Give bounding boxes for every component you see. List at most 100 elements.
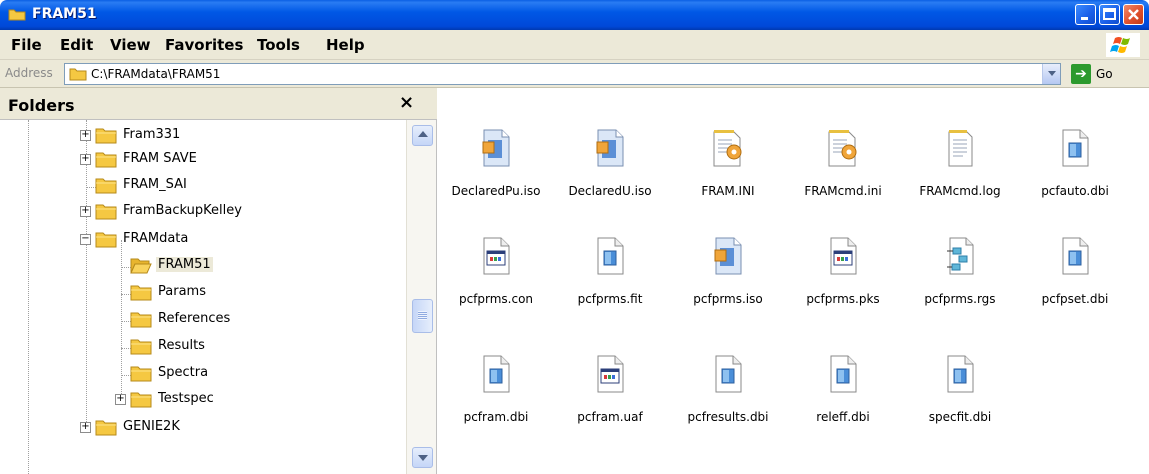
folder-tree-item[interactable]: + FramBackupKelley <box>80 200 406 224</box>
folder-tree-label: FRAMdata <box>123 231 189 246</box>
menu-edit[interactable]: Edit <box>60 36 93 54</box>
file-name: pcfram.uaf <box>577 410 643 424</box>
program-window-file-icon <box>827 236 859 276</box>
ini-settings-icon <box>712 128 744 168</box>
folders-title: Folders <box>8 96 75 115</box>
folder-icon <box>130 283 152 301</box>
folder-tree-item[interactable]: − FRAMdata <box>80 228 406 252</box>
tree-guide-line <box>28 120 29 474</box>
collapse-icon[interactable]: − <box>80 234 91 245</box>
file-name: specfit.dbi <box>928 410 992 424</box>
expand-icon[interactable]: + <box>80 154 91 165</box>
menu-view[interactable]: View <box>110 36 151 54</box>
folder-tree-label: FRAM51 <box>156 257 213 272</box>
folder-tree-label: Spectra <box>158 365 209 380</box>
close-button[interactable] <box>1123 4 1144 25</box>
folder-tree-item[interactable]: References <box>115 308 406 332</box>
address-input[interactable]: C:\FRAMdata\FRAM51 <box>64 63 1061 85</box>
folder-icon <box>95 202 117 220</box>
folder-tree-item[interactable]: + Fram331 <box>80 124 406 148</box>
file-name: pcfprms.fit <box>577 292 643 306</box>
maximize-button[interactable] <box>1099 4 1120 25</box>
generic-file-icon <box>944 354 976 394</box>
folder-icon <box>130 364 152 382</box>
folder-icon <box>95 418 117 436</box>
generic-file-icon <box>594 236 626 276</box>
folder-tree-item[interactable]: + GENIE2K <box>80 416 406 440</box>
file-item[interactable]: pcfprms.pks <box>785 196 901 306</box>
file-item[interactable]: pcfram.uaf <box>552 314 668 424</box>
file-item[interactable]: DeclaredU.iso <box>552 88 668 198</box>
file-name: pcfprms.rgs <box>924 292 996 306</box>
file-item[interactable]: FRAMcmd.log <box>902 88 1018 198</box>
file-name: releff.dbi <box>816 410 870 424</box>
generic-file-icon <box>827 354 859 394</box>
file-item[interactable]: pcfresults.dbi <box>670 314 786 424</box>
generic-file-icon <box>712 354 744 394</box>
file-item[interactable]: pcfauto.dbi <box>1017 88 1133 198</box>
folders-pane: Folders × + Fram331 + FRAM SAVE FRAM_SAI + Fra… <box>0 88 437 474</box>
title-bar[interactable]: FRAM51 <box>0 0 1149 30</box>
scroll-thumb[interactable] <box>412 299 433 333</box>
generic-file-icon <box>1059 236 1091 276</box>
folder-icon <box>95 150 117 168</box>
menu-file[interactable]: File <box>11 36 42 54</box>
file-name: pcfpset.dbi <box>1041 292 1109 306</box>
menu-bar: File Edit View Favorites Tools Help <box>0 30 1149 60</box>
iso-file-icon <box>594 128 626 168</box>
file-item[interactable]: pcfprms.rgs <box>902 196 1018 306</box>
file-item[interactable]: FRAM.INI <box>670 88 786 198</box>
menu-tools[interactable]: Tools <box>257 36 300 54</box>
folder-tree-item[interactable]: Results <box>115 335 406 359</box>
minimize-icon <box>1081 17 1088 20</box>
scroll-up-button[interactable] <box>412 125 433 146</box>
file-item[interactable]: DeclaredPu.iso <box>438 88 554 198</box>
address-value: C:\FRAMdata\FRAM51 <box>91 67 221 81</box>
folder-tree-label: FramBackupKelley <box>123 203 242 218</box>
file-list-pane: DeclaredPu.iso DeclaredU.iso FRAM.INI FRAMc… <box>438 88 1149 474</box>
file-item[interactable]: releff.dbi <box>785 314 901 424</box>
file-item[interactable]: pcfram.dbi <box>438 314 554 424</box>
folder-icon <box>130 337 152 355</box>
expand-icon[interactable]: + <box>80 130 91 141</box>
window-title: FRAM51 <box>32 6 97 22</box>
close-icon <box>1128 9 1139 20</box>
folder-tree-label: Testspec <box>158 391 214 406</box>
file-item[interactable]: FRAMcmd.ini <box>785 88 901 198</box>
menu-favorites[interactable]: Favorites <box>165 36 243 54</box>
file-item[interactable]: pcfprms.con <box>438 196 554 306</box>
folder-tree-item[interactable]: + FRAM SAVE <box>80 148 406 172</box>
folder-icon <box>95 176 117 194</box>
folder-tree-label: FRAM SAVE <box>123 151 197 166</box>
folder-tree-item[interactable]: FRAM_SAI <box>80 174 406 198</box>
folders-close-button[interactable]: × <box>399 92 414 113</box>
expand-icon[interactable]: + <box>80 422 91 433</box>
file-item[interactable]: pcfprms.fit <box>552 196 668 306</box>
folder-tree-label: Params <box>158 284 206 299</box>
folder-icon <box>130 310 152 328</box>
folder-tree-item[interactable]: Spectra <box>115 362 406 386</box>
expand-icon[interactable]: + <box>115 394 126 405</box>
file-name: pcfram.dbi <box>463 410 529 424</box>
go-button[interactable]: Go <box>1096 67 1113 81</box>
file-name: pcfprms.iso <box>693 292 763 306</box>
folder-tree-item[interactable]: Params <box>115 281 406 305</box>
maximize-icon <box>1103 8 1116 20</box>
file-item[interactable]: pcfprms.iso <box>670 196 786 306</box>
folder-icon <box>95 230 117 248</box>
minimize-button[interactable] <box>1075 4 1096 25</box>
folders-scrollbar[interactable] <box>406 120 436 474</box>
go-arrow-icon[interactable]: ➔ <box>1071 64 1091 84</box>
address-dropdown-button[interactable] <box>1042 64 1060 84</box>
menu-help[interactable]: Help <box>326 36 365 54</box>
text-document-icon <box>944 128 976 168</box>
file-item[interactable]: pcfpset.dbi <box>1017 196 1133 306</box>
folders-header: Folders × <box>0 88 437 120</box>
expand-icon[interactable]: + <box>80 206 91 217</box>
folder-tree-item[interactable]: FRAM51 <box>115 254 406 278</box>
iso-file-icon <box>712 236 744 276</box>
file-item[interactable]: specfit.dbi <box>902 314 1018 424</box>
folder-tree-item[interactable]: + Testspec <box>115 388 406 412</box>
scroll-down-button[interactable] <box>412 447 433 468</box>
folder-icon <box>8 9 26 21</box>
